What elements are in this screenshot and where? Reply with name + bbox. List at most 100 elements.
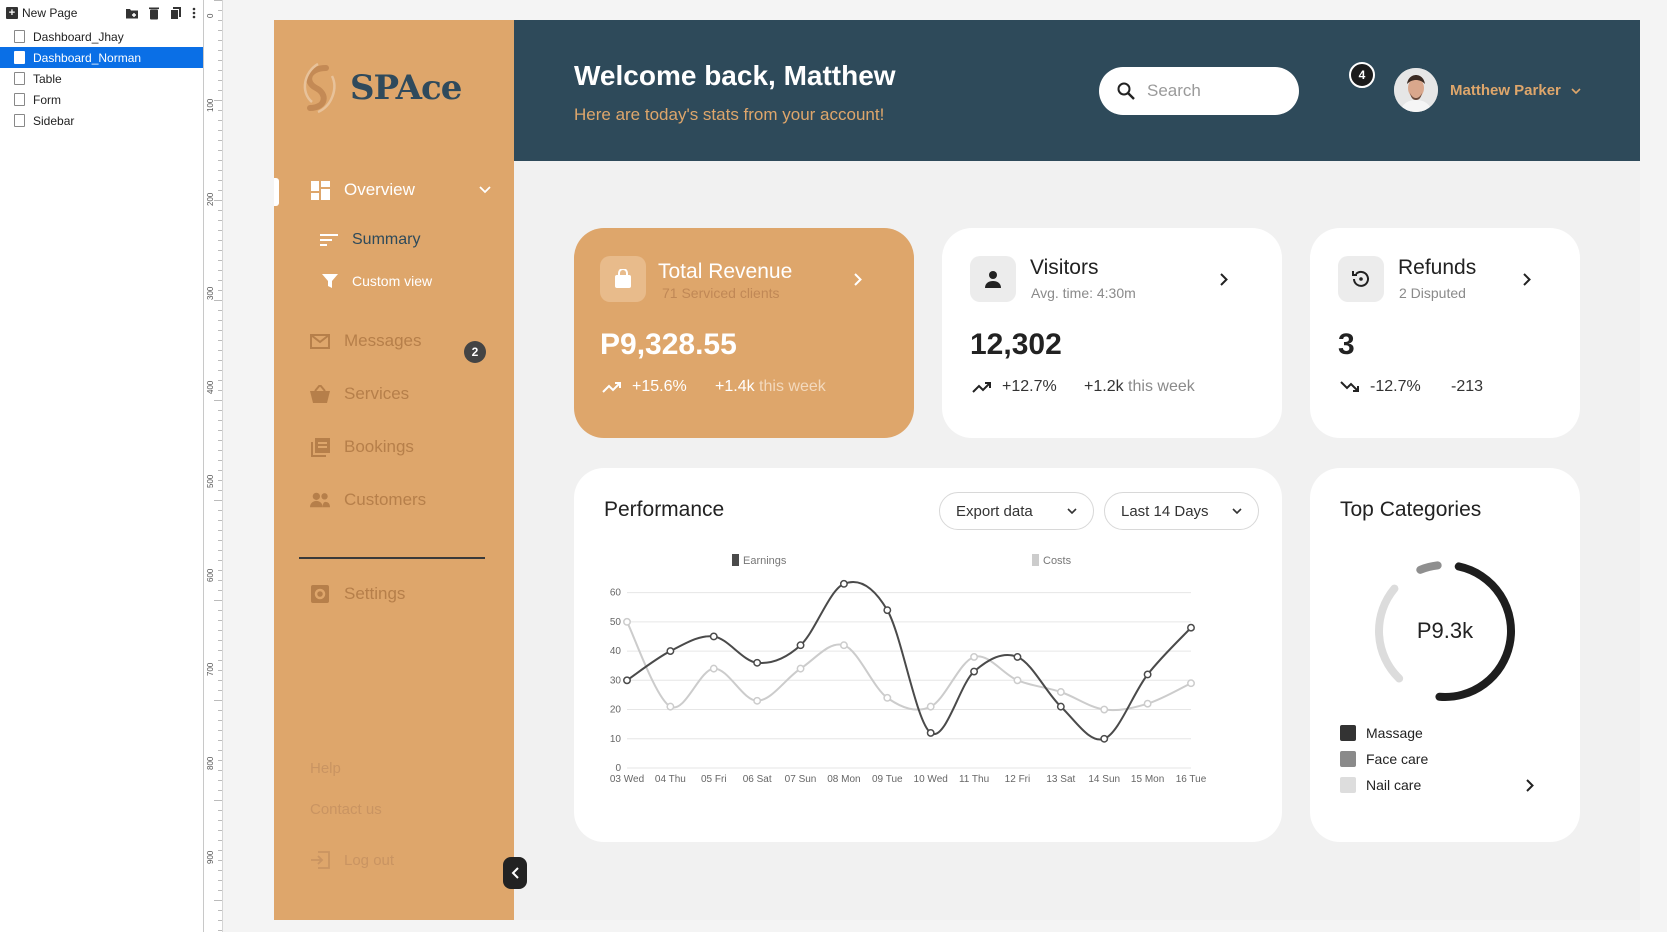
ruler-tick: [214, 400, 222, 401]
visitors-week-label: this week: [1128, 378, 1195, 395]
chevron-right-icon[interactable]: [1522, 777, 1538, 793]
ruler-tick: [218, 910, 222, 911]
page-item[interactable]: Dashboard_Norman: [0, 47, 203, 68]
ruler-tick: [218, 420, 222, 421]
data-point-costs: [839, 641, 848, 650]
ruler-number: 800: [206, 756, 215, 770]
person-icon: [970, 256, 1016, 302]
add-folder-icon[interactable]: [125, 6, 139, 20]
data-point-costs: [753, 696, 762, 705]
ruler-tick: [218, 110, 222, 111]
legend-nail-care: Nail care: [1340, 777, 1421, 793]
chevron-right-icon[interactable]: [850, 271, 866, 287]
ruler-tick: [218, 490, 222, 491]
refunds-card[interactable]: Refunds 2 Disputed 3 -12.7% -213: [1310, 228, 1580, 438]
sidebar-item-bookings[interactable]: Bookings: [310, 437, 414, 457]
ruler-tick: [218, 780, 222, 781]
sidebar-item-summary[interactable]: Summary: [320, 231, 420, 249]
visitors-change-value: +12.7%: [1002, 378, 1057, 395]
pages-panel: + New Page Dashboard_Jhay Dashboard_Norma…: [0, 0, 204, 932]
refunds-change-value: -12.7%: [1370, 378, 1421, 395]
legend-swatch: [1340, 725, 1356, 741]
ruler-tick: [218, 430, 222, 431]
x-tick-label: 10 Wed: [914, 774, 948, 785]
revenue-title: Total Revenue: [658, 260, 793, 283]
y-tick-label: 40: [610, 646, 622, 657]
active-indicator: [274, 178, 279, 206]
header: Welcome back, Matthew Here are today's s…: [514, 20, 1640, 161]
sidebar-item-customers[interactable]: Customers: [310, 490, 426, 510]
page-item[interactable]: Form: [0, 89, 203, 110]
sidebar-item-services[interactable]: Services: [310, 384, 409, 404]
ruler-number: 900: [206, 850, 215, 864]
ruler-tick: [218, 630, 222, 631]
ruler-tick: [218, 660, 222, 661]
x-tick-label: 15 Mon: [1131, 774, 1164, 785]
ruler-number: 0: [206, 13, 215, 18]
refunds-value: 3: [1338, 328, 1355, 361]
page-item[interactable]: Sidebar: [0, 110, 203, 131]
ruler-number: 400: [206, 380, 215, 394]
avatar[interactable]: [1394, 68, 1438, 112]
ruler-tick: [218, 170, 222, 171]
contact-link[interactable]: Contact us: [310, 801, 382, 818]
ruler-tick: [218, 750, 222, 751]
revenue-week-value: +1.4k: [715, 378, 755, 395]
ruler-tick: [218, 180, 222, 181]
sidebar-item-settings[interactable]: Settings: [310, 584, 405, 604]
y-tick-label: 20: [610, 705, 622, 716]
sidebar-item-custom-view[interactable]: Custom view: [322, 273, 432, 289]
sidebar-item-overview[interactable]: Overview: [310, 180, 491, 200]
ruler-tick: [218, 540, 222, 541]
chevron-right-icon[interactable]: [1519, 271, 1535, 287]
user-menu[interactable]: Matthew Parker: [1450, 82, 1581, 99]
search-box[interactable]: [1099, 67, 1299, 115]
revenue-card[interactable]: Total Revenue 71 Serviced clients P9,328…: [574, 228, 914, 438]
legend-swatch: [1340, 777, 1356, 793]
ruler-tick: [218, 710, 222, 711]
welcome-heading: Welcome back, Matthew: [574, 60, 896, 91]
bookings-label: Bookings: [344, 437, 414, 456]
export-data-dropdown[interactable]: Export data: [939, 492, 1094, 530]
x-tick-label: 07 Sun: [785, 774, 817, 785]
ruler-tick: [218, 580, 222, 581]
trash-icon[interactable]: [147, 6, 161, 20]
x-tick-label: 12 Fri: [1005, 774, 1031, 785]
document-icon: [14, 93, 25, 106]
legend-label: Costs: [1043, 555, 1072, 567]
logo: SPAce: [296, 62, 462, 114]
chevron-right-icon[interactable]: [1216, 271, 1232, 287]
visitors-card[interactable]: Visitors Avg. time: 4:30m 12,302 +12.7% …: [942, 228, 1282, 438]
notification-badge[interactable]: 4: [1349, 62, 1375, 88]
x-tick-label: 16 Tue: [1176, 774, 1207, 785]
x-tick-label: 03 Wed: [610, 774, 644, 785]
date-range-dropdown[interactable]: Last 14 Days: [1104, 492, 1259, 530]
page-item[interactable]: Table: [0, 68, 203, 89]
logout-link[interactable]: Log out: [310, 850, 394, 870]
visitors-week-value: +1.2k: [1084, 378, 1124, 395]
search-input[interactable]: [1147, 81, 1277, 101]
new-page-button[interactable]: + New Page: [6, 6, 77, 20]
page-item[interactable]: Dashboard_Jhay: [0, 26, 203, 47]
x-tick-label: 08 Mon: [827, 774, 860, 785]
collapse-sidebar-button[interactable]: [503, 857, 527, 889]
page-label: Dashboard_Norman: [33, 50, 142, 65]
people-icon: [310, 490, 330, 510]
dashboard-artboard: SPAce Overview Summary Custom view Messa…: [274, 20, 1640, 920]
nav-divider: [299, 557, 485, 559]
duplicate-icon[interactable]: [169, 6, 183, 20]
ruler-tick: [218, 240, 222, 241]
data-point-earnings: [883, 606, 892, 615]
ruler-tick: [218, 930, 222, 931]
sidebar-item-messages[interactable]: Messages: [310, 331, 421, 351]
ruler-tick: [218, 320, 222, 321]
x-tick-label: 05 Fri: [701, 774, 727, 785]
x-tick-label: 13 Sat: [1046, 774, 1075, 785]
more-icon[interactable]: [191, 6, 197, 20]
help-link[interactable]: Help: [310, 760, 341, 777]
visitors-week: +1.2k this week: [1084, 378, 1195, 396]
data-point-earnings: [709, 632, 718, 641]
filter-icon: [322, 274, 338, 288]
chevron-down-icon[interactable]: [479, 186, 491, 194]
ruler-tick: [218, 520, 222, 521]
